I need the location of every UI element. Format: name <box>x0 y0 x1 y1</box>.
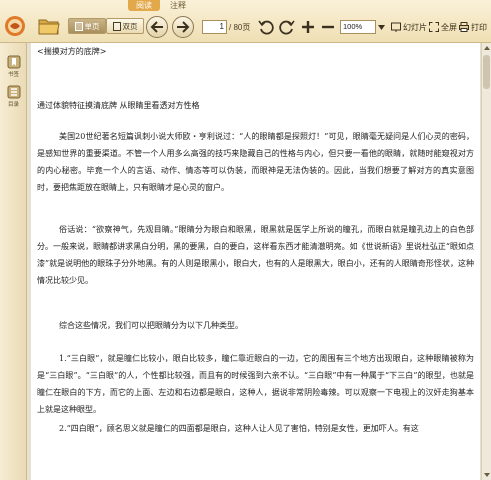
double-page-label: 双页 <box>122 21 138 31</box>
next-page-icon <box>177 21 190 33</box>
rotate-right-icon <box>279 20 295 35</box>
tab-read[interactable]: 阅读 <box>128 0 160 11</box>
prev-page-button[interactable] <box>146 16 168 38</box>
rotate-left-button[interactable] <box>257 18 275 36</box>
single-page-label: 单页 <box>84 21 100 31</box>
page-navigator: 1 / 80页 <box>202 20 252 34</box>
app-logo-icon[interactable] <box>4 14 26 38</box>
paragraph-1: 美国20世纪著名短篇讽刺小说大师欧・亨利说过：“人的眼睛都是探照灯！”可见，眼睛… <box>37 132 474 192</box>
paragraph-5: 2.“四白眼”，顾名思义就是瞳仁的四面都是眼白，这种人让人见了害怕，特别是女性，… <box>59 424 419 433</box>
zoom-out-icon <box>322 25 334 29</box>
slideshow-label: 幻灯片 <box>403 22 427 32</box>
dropdown-arrow-icon <box>377 24 385 30</box>
sidebar-label-toc: 目录 <box>7 102 19 108</box>
print-icon <box>459 22 469 32</box>
fullscreen-label: 全屏 <box>441 22 457 32</box>
scroll-down-button[interactable] <box>482 470 491 480</box>
left-sidebar: 书签 目录 <box>0 43 27 480</box>
single-page-button[interactable]: 单页 <box>68 18 106 34</box>
rotate-right-button[interactable] <box>278 18 296 36</box>
zoom-in-icon <box>302 21 314 33</box>
document-subtitle: 通过体貌特征摸清底牌 从眼睛里看透对方性格 <box>37 101 200 110</box>
fullscreen-icon <box>429 22 439 32</box>
fullscreen-button[interactable]: 全屏 <box>429 19 457 35</box>
zoom-in-button[interactable] <box>299 18 317 36</box>
paragraph-4: 1.“三白眼”，就是瞳仁比较小，眼白比较多，瞳仁靠近眼白的一边，它的周围有三个地… <box>37 354 474 414</box>
bookmark-icon <box>7 55 20 69</box>
scroll-down-icon <box>483 473 490 477</box>
page-total: / 80页 <box>229 22 251 32</box>
double-page-button[interactable]: 双页 <box>106 18 144 34</box>
tab-annotate[interactable]: 注释 <box>162 0 194 11</box>
zoom-select[interactable]: 100% <box>340 20 376 34</box>
open-folder-icon[interactable] <box>38 17 60 35</box>
paragraph-2: 俗话说：“欲察神气，先观目睛。”眼睛分为眼白和眼黑，眼黑就是医学上所说的瞳孔，而… <box>37 225 474 285</box>
scroll-up-button[interactable] <box>482 43 491 53</box>
print-button[interactable]: 打印 <box>459 19 487 35</box>
slideshow-icon <box>391 22 401 32</box>
paragraph-3: 综合这些情况，我们可以把眼睛分为以下几种类型。 <box>59 321 243 330</box>
mode-tabs: 阅读 注释 <box>128 0 194 11</box>
scroll-up-icon <box>483 46 490 50</box>
toolbar: 阅读 注释 单页 双页 1 / 80页 100% 幻灯片 全屏 打印 <box>0 0 491 43</box>
page-number-input[interactable]: 1 <box>202 20 227 34</box>
sidebar-item-toc[interactable]: 目录 <box>0 85 27 115</box>
print-label: 打印 <box>471 22 487 32</box>
prev-page-icon <box>150 21 163 33</box>
slideshow-button[interactable]: 幻灯片 <box>391 19 427 35</box>
scroll-thumb[interactable] <box>483 55 490 89</box>
toc-icon <box>7 85 20 99</box>
sidebar-item-bookmark[interactable]: 书签 <box>0 55 27 85</box>
zoom-dropdown-button[interactable] <box>377 20 385 34</box>
double-page-icon <box>112 21 121 31</box>
document-heading: <揣摸对方的底牌> <box>37 47 107 56</box>
sidebar-label-bookmark: 书签 <box>7 72 19 78</box>
next-page-button[interactable] <box>172 16 194 38</box>
vertical-scrollbar[interactable] <box>481 43 491 480</box>
single-page-icon <box>74 21 83 31</box>
document-page[interactable]: <揣摸对方的底牌> 通过体貌特征摸清底牌 从眼睛里看透对方性格 美国20世纪著名… <box>31 43 480 480</box>
rotate-left-icon <box>258 20 274 35</box>
zoom-out-button[interactable] <box>319 18 337 36</box>
